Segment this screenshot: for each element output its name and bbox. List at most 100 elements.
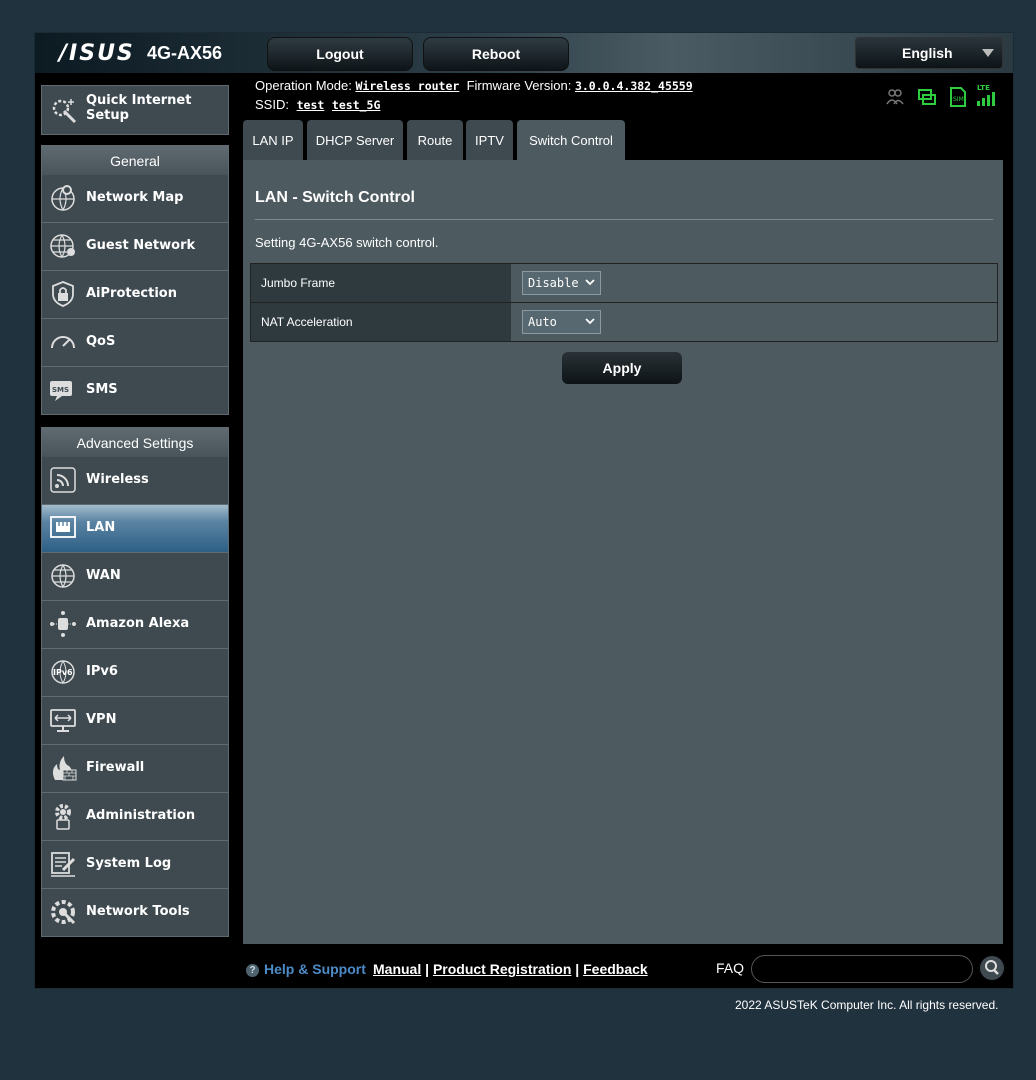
sidebar-item-amazon-alexa[interactable]: Amazon Alexa (41, 601, 229, 649)
sidebar-item-wan[interactable]: WAN (41, 553, 229, 601)
page-title: LAN - Switch Control (255, 189, 415, 206)
wifi-icon (50, 467, 76, 493)
usb-status-icon[interactable] (917, 87, 937, 107)
sidebar-item-label: Network Map (86, 190, 184, 205)
nat-acceleration-select[interactable]: Auto (522, 310, 601, 334)
globe-icon (51, 564, 75, 588)
row-label-cell: Jumbo Frame (251, 264, 511, 302)
manual-link[interactable]: Manual (373, 961, 421, 977)
sidebar-item-lan[interactable]: LAN (41, 505, 229, 553)
language-value: English (902, 45, 953, 61)
table-row: NAT Acceleration Auto (251, 303, 997, 341)
table-row: Jumbo Frame Disable (251, 264, 997, 303)
ssid-line: SSID: test test_5G (255, 97, 380, 112)
link-separator: | (575, 961, 580, 977)
sidebar-item-network-tools[interactable]: Network Tools (41, 889, 229, 937)
firewall-icon (52, 756, 77, 781)
tab-switch-control[interactable]: Switch Control (517, 120, 625, 161)
sms-icon: SMS (50, 381, 72, 401)
sidebar-item-label: Administration (86, 808, 196, 823)
help-icon: ? (246, 964, 259, 977)
quick-internet-setup-button[interactable]: Quick Internet Setup (41, 85, 229, 135)
general-section-title: General (41, 145, 229, 176)
search-icon (985, 960, 999, 975)
nat-acceleration-label: NAT Acceleration (261, 315, 353, 329)
tab-iptv[interactable]: IPTV (466, 120, 513, 160)
main-content: LAN - Switch Control Setting 4G-AX56 swi… (243, 160, 1003, 944)
sidebar-item-system-log[interactable]: System Log (41, 841, 229, 889)
tab-lan-ip[interactable]: LAN IP (243, 120, 303, 160)
lock-shield-icon (52, 281, 74, 307)
top-bar: /ISUS 4G-AX56 Logout Reboot English (35, 33, 1013, 73)
chevron-down-icon (585, 318, 595, 325)
jumbo-frame-label: Jumbo Frame (261, 276, 336, 290)
feedback-link[interactable]: Feedback (583, 961, 648, 977)
sidebar-item-label: Wireless (86, 472, 149, 487)
copyright: 2022 ASUSTeK Computer Inc. All rights re… (735, 998, 999, 1012)
gear-icon (55, 804, 71, 830)
lte-signal-icon[interactable]: LTE (975, 83, 997, 107)
sidebar-item-wireless[interactable]: Wireless (41, 457, 229, 505)
ssid-2g-link[interactable]: test (297, 98, 325, 112)
network-map-icon (51, 185, 75, 211)
tools-icon (51, 900, 76, 925)
sidebar-item-label: Firewall (86, 760, 145, 775)
svg-text:SIM: SIM (953, 96, 964, 103)
sidebar-item-label: LAN (86, 520, 116, 535)
sidebar-item-label: VPN (86, 712, 117, 727)
vpn-icon (50, 709, 76, 732)
sidebar-item-label: SMS (86, 382, 118, 397)
faq-label: FAQ (716, 960, 745, 976)
firmware-label: Firmware Version: (466, 78, 572, 93)
apply-button[interactable]: Apply (562, 352, 682, 384)
sidebar-item-label: Amazon Alexa (86, 616, 190, 631)
select-value: Auto (528, 315, 557, 329)
sidebar-item-label: QoS (86, 334, 116, 349)
help-support: ? Help & Support (246, 961, 366, 977)
model-name: 4G-AX56 (147, 43, 223, 63)
sidebar-item-aiprotection[interactable]: AiProtection (41, 271, 229, 319)
wand-gear-icon (52, 99, 77, 124)
svg-text:IPv6: IPv6 (53, 668, 73, 677)
search-button[interactable] (980, 956, 1004, 980)
row-label-cell: NAT Acceleration (251, 303, 511, 341)
footer: ? Help & Support Manual | Product Registr… (35, 945, 1013, 988)
select-value: Disable (528, 276, 579, 290)
logout-button[interactable]: Logout (267, 37, 413, 71)
tab-route[interactable]: Route (407, 120, 463, 160)
language-select[interactable]: English (855, 37, 1003, 69)
chevron-down-icon (585, 279, 595, 286)
row-value-cell: Disable (512, 264, 997, 302)
sidebar-item-label: Guest Network (86, 238, 196, 253)
tab-dhcp-server[interactable]: DHCP Server (307, 120, 403, 160)
help-support-label: Help & Support (264, 961, 366, 977)
sidebar-item-vpn[interactable]: VPN (41, 697, 229, 745)
sidebar-item-ipv6[interactable]: IPv6 IPv6 (41, 649, 229, 697)
reboot-button[interactable]: Reboot (423, 37, 569, 71)
jumbo-frame-select[interactable]: Disable (522, 271, 601, 295)
asus-logo[interactable]: /ISUS (59, 41, 135, 66)
footer-links: Manual | Product Registration | Feedback (373, 961, 648, 977)
sidebar-item-sms[interactable]: SMS SMS (41, 367, 229, 415)
product-registration-link[interactable]: Product Registration (433, 961, 571, 977)
sidebar-item-administration[interactable]: Administration (41, 793, 229, 841)
sidebar-item-network-map[interactable]: Network Map (41, 175, 229, 223)
ssid-5g-link[interactable]: test_5G (332, 98, 380, 112)
sidebar-item-label: System Log (86, 856, 172, 871)
gauge-icon (51, 336, 75, 349)
op-mode-link[interactable]: Wireless router (355, 79, 459, 93)
row-value-cell: Auto (512, 303, 997, 341)
firmware-link[interactable]: 3.0.0.4.382_45559 (575, 79, 693, 93)
divider (255, 219, 993, 220)
clients-icon[interactable] (885, 87, 905, 107)
sidebar-item-guest-network[interactable]: Guest Network (41, 223, 229, 271)
sidebar-item-qos[interactable]: QoS (41, 319, 229, 367)
faq-search-input[interactable] (751, 955, 973, 983)
chevron-down-icon (982, 49, 994, 57)
router-frame: /ISUS 4G-AX56 Logout Reboot English Oper… (34, 32, 1014, 989)
page-description: Setting 4G-AX56 switch control. (255, 235, 439, 250)
link-separator: | (425, 961, 430, 977)
qis-label: Quick Internet Setup (86, 93, 192, 123)
sidebar-item-firewall[interactable]: Firewall (41, 745, 229, 793)
sim-card-icon[interactable]: SIM (949, 87, 967, 107)
